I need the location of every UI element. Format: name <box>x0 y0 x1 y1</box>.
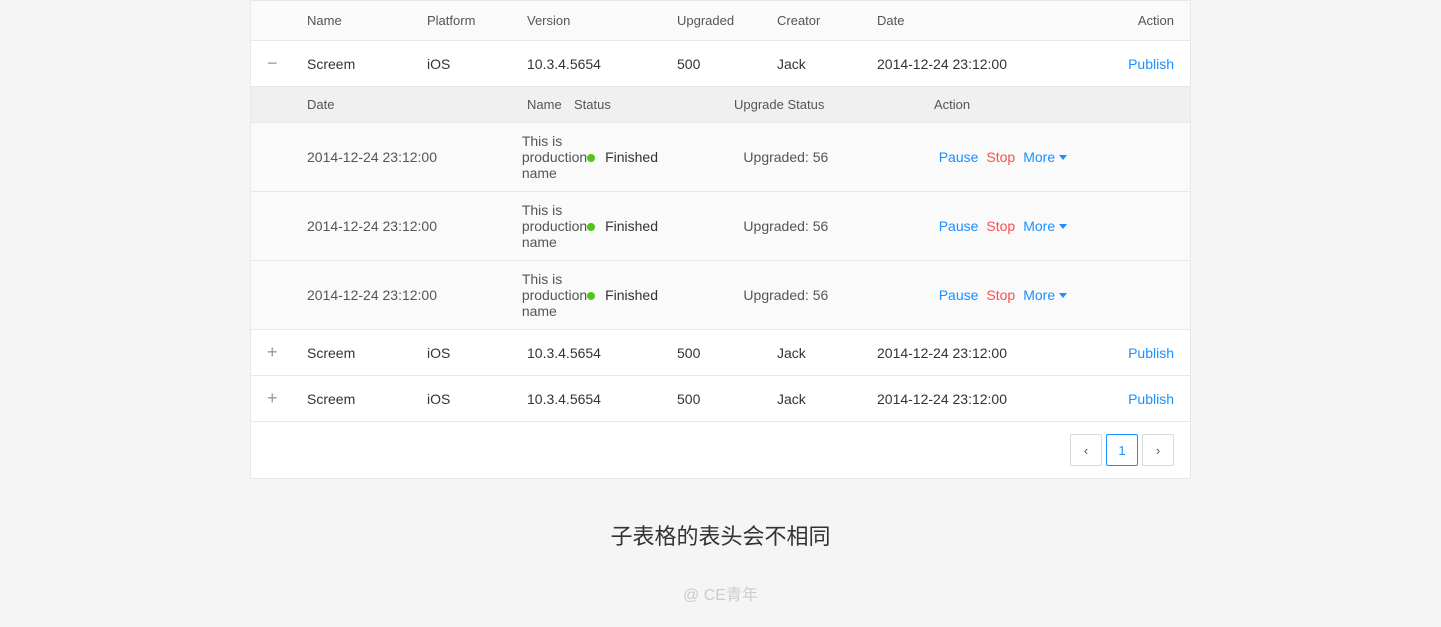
header-upgraded: Upgraded <box>677 13 777 28</box>
sub-row2-upgrade: Upgraded: 56 <box>743 218 938 234</box>
sub-row1-status: Finished <box>587 149 743 165</box>
row1-name: Screem <box>307 56 427 72</box>
sub-row2-name: This is production name <box>522 202 587 250</box>
row1-publish-button[interactable]: Publish <box>1128 56 1174 72</box>
sub-row3-date: 2014-12-24 23:12:00 <box>307 287 522 303</box>
sub-row2-stop-button[interactable]: Stop <box>986 218 1015 234</box>
row1-upgraded: 500 <box>677 56 777 72</box>
sub-header-action: Action <box>934 97 1134 112</box>
sub-table-row: 2014-12-24 23:12:00 This is production n… <box>251 123 1190 192</box>
sub-row3-status-text: Finished <box>605 287 658 303</box>
status-dot-icon <box>587 292 595 300</box>
sub-header-upgrade: Upgrade Status <box>734 97 934 112</box>
row3-expander[interactable]: + <box>267 388 307 409</box>
row1-date: 2014-12-24 23:12:00 <box>877 56 1024 72</box>
row3-publish-button[interactable]: Publish <box>1128 391 1174 407</box>
header-creator: Creator <box>777 13 877 28</box>
sub-row3-name: This is production name <box>522 271 587 319</box>
header-name: Name <box>307 13 427 28</box>
table-row: − Screem iOS 10.3.4.5654 500 Jack 2014-1… <box>251 41 1190 330</box>
header-date: Date <box>877 13 1024 28</box>
main-row-top: − Screem iOS 10.3.4.5654 500 Jack 2014-1… <box>251 41 1190 86</box>
row1-expander[interactable]: − <box>267 53 307 74</box>
sub-row1-status-text: Finished <box>605 149 658 165</box>
sub-row2-actions: Pause Stop More <box>939 218 1134 234</box>
sub-row1-pause-button[interactable]: Pause <box>939 149 979 165</box>
sub-row2-status: Finished <box>587 218 743 234</box>
pagination-prev-button[interactable]: ‹ <box>1070 434 1102 466</box>
sub-table-row: 2014-12-24 23:12:00 This is production n… <box>251 261 1190 329</box>
status-dot-icon <box>587 154 595 162</box>
footer-subtitle: 子表格的表头会不相同 <box>0 519 1441 551</box>
footer-brand: @ CE青年 <box>0 581 1441 605</box>
sub-row3-stop-button[interactable]: Stop <box>986 287 1015 303</box>
row2-expander[interactable]: + <box>267 342 307 363</box>
row2-name: Screem <box>307 345 427 361</box>
row3-platform: iOS <box>427 391 527 407</box>
brand-text: @ CE青年 <box>683 581 758 605</box>
chevron-down-icon <box>1059 155 1067 160</box>
row1-creator: Jack <box>777 56 877 72</box>
sub-table-row: 2014-12-24 23:12:00 This is production n… <box>251 192 1190 261</box>
pagination-next-button[interactable]: › <box>1142 434 1174 466</box>
sub-header-name: Name <box>527 97 574 112</box>
header-platform: Platform <box>427 13 527 28</box>
status-dot-icon <box>587 223 595 231</box>
row1-platform: iOS <box>427 56 527 72</box>
header-action: Action <box>1024 13 1174 28</box>
row3-upgraded: 500 <box>677 391 777 407</box>
row2-version: 10.3.4.5654 <box>527 345 677 361</box>
sub-row2-date: 2014-12-24 23:12:00 <box>307 218 522 234</box>
sub-header-status: Status <box>574 97 734 112</box>
main-row2-top: + Screem iOS 10.3.4.5654 500 Jack 2014-1… <box>251 330 1190 375</box>
row3-action: Publish <box>1024 391 1174 407</box>
sub-row1-actions: Pause Stop More <box>939 149 1134 165</box>
sub-table-1: Date Name Status Upgrade Status Action 2… <box>251 86 1190 329</box>
sub-header-date: Date <box>307 97 527 112</box>
sub-row1-more-button[interactable]: More <box>1023 149 1067 165</box>
sub-row3-status: Finished <box>587 287 743 303</box>
main-row3-top: + Screem iOS 10.3.4.5654 500 Jack 2014-1… <box>251 376 1190 421</box>
row3-version: 10.3.4.5654 <box>527 391 677 407</box>
row2-upgraded: 500 <box>677 345 777 361</box>
sub-row2-more-button[interactable]: More <box>1023 218 1067 234</box>
main-table-container: Name Platform Version Upgraded Creator D… <box>250 0 1191 479</box>
sub-row1-date: 2014-12-24 23:12:00 <box>307 149 522 165</box>
chevron-down-icon <box>1059 224 1067 229</box>
sub-row2-status-text: Finished <box>605 218 658 234</box>
row2-publish-button[interactable]: Publish <box>1128 345 1174 361</box>
sub-row1-upgrade: Upgraded: 56 <box>743 149 938 165</box>
page-wrapper: Name Platform Version Upgraded Creator D… <box>0 0 1441 627</box>
table-row: + Screem iOS 10.3.4.5654 500 Jack 2014-1… <box>251 376 1190 422</box>
row1-action: Publish <box>1024 56 1174 72</box>
sub-row3-more-button[interactable]: More <box>1023 287 1067 303</box>
row3-date: 2014-12-24 23:12:00 <box>877 391 1024 407</box>
row2-creator: Jack <box>777 345 877 361</box>
main-table-header: Name Platform Version Upgraded Creator D… <box>251 1 1190 41</box>
sub-row1-name: This is production name <box>522 133 587 181</box>
row1-version: 10.3.4.5654 <box>527 56 677 72</box>
row2-platform: iOS <box>427 345 527 361</box>
sub-table-header: Date Name Status Upgrade Status Action <box>251 87 1190 123</box>
sub-row2-pause-button[interactable]: Pause <box>939 218 979 234</box>
row3-creator: Jack <box>777 391 877 407</box>
sub-row1-stop-button[interactable]: Stop <box>986 149 1015 165</box>
row2-date: 2014-12-24 23:12:00 <box>877 345 1024 361</box>
sub-row3-upgrade: Upgraded: 56 <box>743 287 938 303</box>
chevron-down-icon <box>1059 293 1067 298</box>
sub-row3-actions: Pause Stop More <box>939 287 1134 303</box>
row3-name: Screem <box>307 391 427 407</box>
pagination: ‹ 1 › <box>251 422 1190 478</box>
sub-row3-pause-button[interactable]: Pause <box>939 287 979 303</box>
table-row: + Screem iOS 10.3.4.5654 500 Jack 2014-1… <box>251 330 1190 376</box>
pagination-page-1-button[interactable]: 1 <box>1106 434 1138 466</box>
row2-action: Publish <box>1024 345 1174 361</box>
header-version: Version <box>527 13 677 28</box>
footer-section: 子表格的表头会不相同 @ CE青年 <box>0 479 1441 625</box>
